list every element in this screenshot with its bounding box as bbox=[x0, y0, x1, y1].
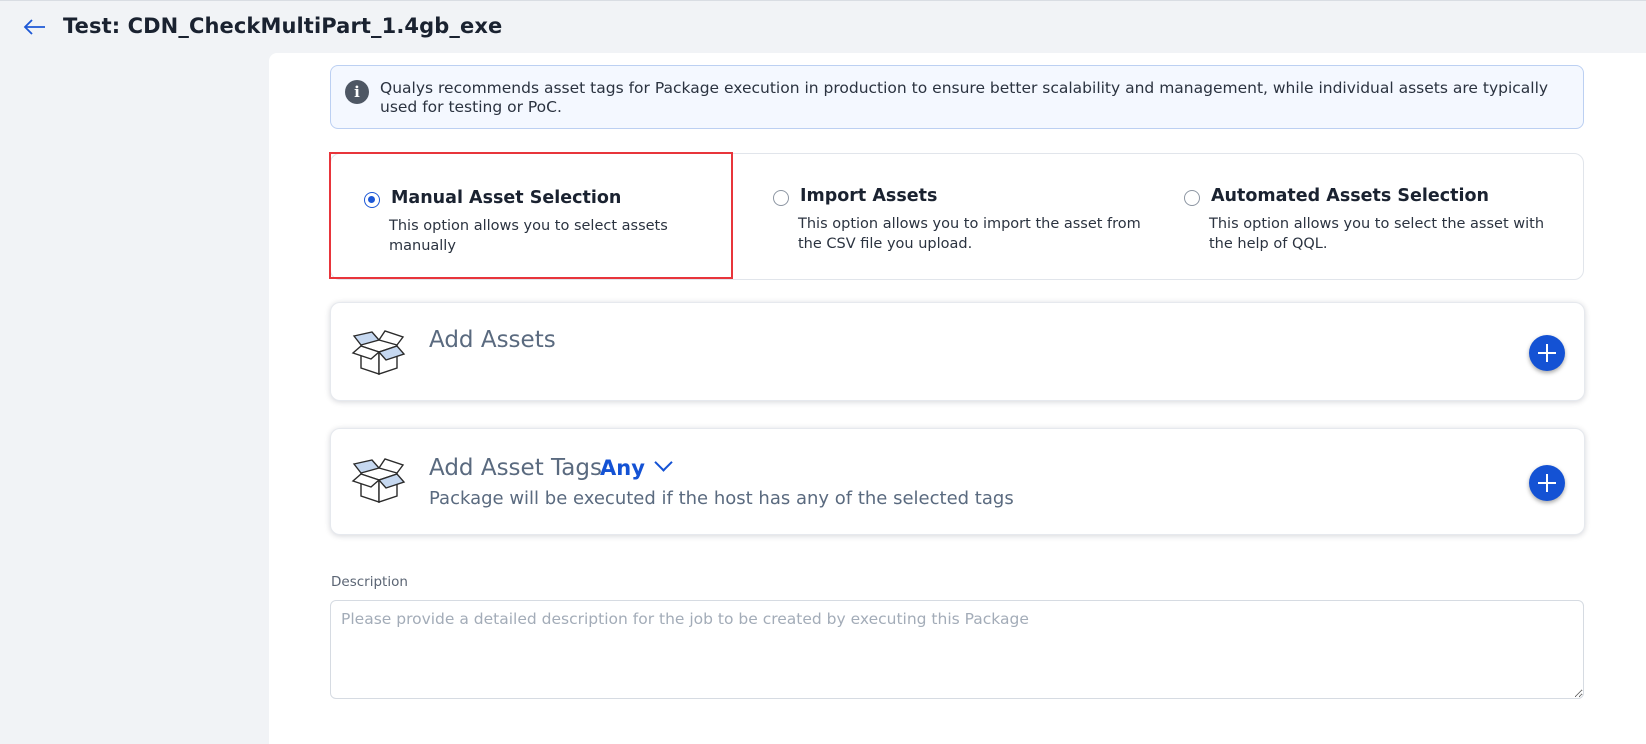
manual-selection-radio[interactable] bbox=[364, 192, 380, 208]
option-manual-asset-selection[interactable]: Manual Asset Selection This option allow… bbox=[329, 152, 733, 279]
add-assets-title: Add Assets bbox=[429, 327, 556, 353]
arrow-left-icon[interactable] bbox=[22, 15, 48, 39]
add-assets-button[interactable] bbox=[1529, 335, 1565, 371]
option-title: Automated Assets Selection bbox=[1211, 186, 1489, 206]
page-header: Test: CDN_CheckMultiPart_1.4gb_exe bbox=[0, 1, 1646, 53]
open-box-icon bbox=[351, 330, 406, 375]
description-label: Description bbox=[331, 574, 408, 590]
option-title: Import Assets bbox=[800, 186, 938, 206]
add-assets-card: Add Assets bbox=[330, 302, 1585, 401]
add-asset-tags-title: Add Asset Tags bbox=[429, 455, 602, 481]
page-title: Test: CDN_CheckMultiPart_1.4gb_exe bbox=[63, 14, 503, 38]
import-assets-radio[interactable] bbox=[773, 190, 789, 206]
automated-selection-radio[interactable] bbox=[1184, 190, 1200, 206]
option-import-assets[interactable]: Import Assets This option allows you to … bbox=[751, 154, 1151, 279]
description-textarea[interactable] bbox=[330, 600, 1584, 699]
option-description: This option allows you to import the ass… bbox=[798, 216, 1141, 252]
chevron-down-icon bbox=[654, 453, 673, 472]
info-banner: i Qualys recommends asset tags for Packa… bbox=[330, 65, 1584, 129]
option-description: This option allows you to select the ass… bbox=[1209, 216, 1545, 252]
add-asset-tags-subtitle: Package will be executed if the host has… bbox=[429, 488, 1014, 509]
asset-selection-options: Manual Asset Selection This option allow… bbox=[329, 152, 1584, 280]
option-automated-assets-selection[interactable]: Automated Assets Selection This option a… bbox=[1162, 154, 1572, 279]
option-title: Manual Asset Selection bbox=[391, 188, 622, 208]
option-description: This option allows you to select assets … bbox=[389, 218, 668, 254]
info-banner-text: Qualys recommends asset tags for Package… bbox=[380, 79, 1549, 116]
match-mode-value: Any bbox=[600, 456, 645, 480]
add-asset-tags-button[interactable] bbox=[1529, 465, 1565, 501]
info-icon: i bbox=[345, 80, 369, 104]
open-box-icon bbox=[351, 458, 406, 503]
add-asset-tags-card: Add Asset Tags Any Package will be execu… bbox=[330, 428, 1585, 535]
match-mode-dropdown[interactable]: Any bbox=[600, 453, 673, 480]
